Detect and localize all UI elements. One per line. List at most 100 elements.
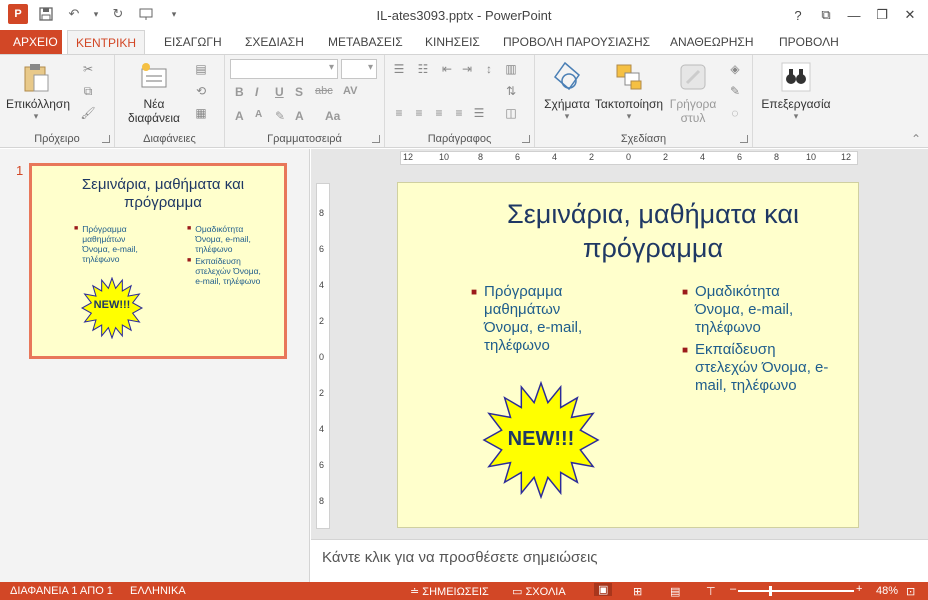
zoom-level[interactable]: 48%: [876, 585, 898, 597]
tab-design[interactable]: ΣΧΕΔΙΑΣΗ: [237, 30, 312, 54]
shape-outline-icon[interactable]: ✎: [727, 83, 743, 99]
ruler-label: 12: [841, 152, 852, 162]
slide-starburst[interactable]: NEW!!!: [480, 380, 602, 500]
tab-transitions[interactable]: ΜΕΤΑΒΑΣΕΙΣ: [320, 30, 411, 54]
slide-sorter-icon[interactable]: ⊞: [633, 585, 642, 598]
paragraph-launcher-icon[interactable]: [522, 135, 530, 143]
minimize-icon[interactable]: —: [840, 4, 868, 26]
bullets-icon[interactable]: ☰: [391, 61, 407, 77]
drawing-launcher-icon[interactable]: [740, 135, 748, 143]
reset-icon[interactable]: ⟲: [193, 83, 209, 99]
shape-effects-icon[interactable]: ◌: [727, 105, 743, 121]
shadow-icon[interactable]: S: [295, 85, 303, 99]
font-color-icon[interactable]: A: [295, 109, 304, 123]
language-indicator[interactable]: ΕΛΛΗΝΙΚΑ: [130, 585, 186, 597]
increase-indent-icon[interactable]: ⇥: [459, 61, 475, 77]
strikethrough-icon[interactable]: abc: [315, 85, 333, 97]
align-left-icon[interactable]: ≡: [391, 105, 407, 121]
font-name-combo[interactable]: [230, 59, 338, 79]
clear-format-icon[interactable]: ✎: [275, 109, 285, 123]
section-icon[interactable]: ▦: [193, 105, 209, 121]
restore-icon[interactable]: ❐: [868, 4, 896, 26]
notes-placeholder: Κάντε κλικ για να προσθέσετε σημειώσεις: [322, 549, 598, 566]
tab-view[interactable]: ΠΡΟΒΟΛΗ: [771, 30, 847, 54]
slide-canvas[interactable]: Σεμινάρια, μαθήματα και πρόγραμμα ■ Πρόγρ…: [397, 182, 859, 528]
align-right-icon[interactable]: ≡: [431, 105, 447, 121]
change-case-icon[interactable]: Aa: [325, 109, 340, 123]
paste-button[interactable]: Επικόλληση ▾: [6, 61, 71, 122]
bold-icon[interactable]: B: [235, 85, 244, 99]
ruler-label: 2: [319, 316, 325, 326]
comments-toggle[interactable]: ▭ ΣΧΟΛΙΑ: [512, 585, 566, 598]
close-icon[interactable]: ✕: [896, 4, 924, 26]
tab-slideshow[interactable]: ΠΡΟΒΟΛΗ ΠΑΡΟΥΣΙΑΣΗΣ: [495, 30, 658, 54]
new-slide-button[interactable]: Νέα διαφάνεια: [119, 61, 189, 125]
zoom-slider-thumb[interactable]: [769, 586, 772, 596]
ruler-label: 10: [806, 152, 817, 162]
collapse-ribbon-icon[interactable]: ⌃: [908, 131, 924, 147]
tab-home[interactable]: ΚΕΝΤΡΙΚΗ: [67, 30, 146, 55]
align-center-icon[interactable]: ≡: [411, 105, 427, 121]
numbering-icon[interactable]: ☷: [415, 61, 431, 77]
notes-toggle[interactable]: ≐ ΣΗΜΕΙΩΣΕΙΣ: [410, 585, 489, 598]
layout-icon[interactable]: ▤: [193, 61, 209, 77]
clipboard-launcher-icon[interactable]: [102, 135, 110, 143]
normal-view-icon[interactable]: ▣: [594, 583, 613, 596]
tab-file[interactable]: ΑΡΧΕΙΟ: [0, 30, 62, 54]
ruler-label: 0: [626, 152, 632, 162]
zoom-in-icon[interactable]: +: [856, 583, 862, 595]
distributed-icon[interactable]: ☰: [471, 105, 487, 121]
ruler-label: 6: [319, 460, 325, 470]
font-group: B I U S abc AV A A ✎ A Aa Γραμματοσειρά: [225, 55, 385, 147]
font-launcher-icon[interactable]: [372, 135, 380, 143]
decrease-indent-icon[interactable]: ⇤: [439, 61, 455, 77]
text-direction-icon[interactable]: ⇅: [503, 83, 519, 99]
line-spacing-icon[interactable]: ↕: [481, 61, 497, 77]
help-icon[interactable]: ?: [784, 4, 812, 26]
slides-label: Διαφάνειες: [143, 133, 196, 145]
shapes-button[interactable]: Σχήματα ▾: [539, 61, 595, 122]
quick-styles-button[interactable]: Γρήγορα στυλ: [665, 61, 721, 125]
editing-button[interactable]: Επεξεργασία ▾: [759, 61, 833, 122]
justify-icon[interactable]: ≡: [451, 105, 467, 121]
increase-font-icon[interactable]: A: [235, 109, 244, 123]
zoom-slider[interactable]: [738, 590, 854, 592]
font-label: Γραμματοσειρά: [267, 133, 342, 145]
tab-animations[interactable]: ΚΙΝΗΣΕΙΣ: [417, 30, 488, 54]
ruler-label: 2: [663, 152, 669, 162]
slide-right-column[interactable]: ■ Ομαδικότητα Όνομα, e-mail, τηλέφωνο ■ Εκ…: [682, 283, 832, 395]
cut-icon[interactable]: ✂: [80, 61, 96, 77]
decrease-font-icon[interactable]: A: [255, 109, 262, 120]
smartart-icon[interactable]: ◫: [503, 105, 519, 121]
char-spacing-icon[interactable]: AV: [343, 85, 357, 97]
paste-label: Επικόλληση: [6, 97, 71, 111]
copy-icon[interactable]: ⧉: [80, 83, 96, 99]
zoom-out-icon[interactable]: –: [730, 583, 736, 595]
fit-to-window-icon[interactable]: ⊡: [906, 585, 915, 598]
ruler-label: 6: [737, 152, 743, 162]
slide-left-column[interactable]: ■ Πρόγραμμα μαθημάτων Όνομα, e-mail, τηλέ…: [471, 283, 611, 355]
reading-view-icon[interactable]: ▤: [670, 585, 680, 598]
quick-styles-label-1: Γρήγορα: [669, 97, 717, 111]
notes-pane[interactable]: Κάντε κλικ για να προσθέσετε σημειώσεις: [311, 539, 928, 582]
ribbon-display-options-icon[interactable]: ⧉: [812, 4, 840, 26]
shape-fill-icon[interactable]: ◈: [727, 61, 743, 77]
slide-starburst-text: NEW!!!: [507, 428, 575, 450]
slide-title[interactable]: Σεμινάρια, μαθήματα και πρόγραμμα: [458, 197, 848, 265]
tab-insert[interactable]: ΕΙΣΑΓΩΓΗ: [156, 30, 230, 54]
font-size-combo[interactable]: [341, 59, 377, 79]
underline-icon[interactable]: U: [275, 85, 284, 99]
arrange-icon: [613, 61, 645, 93]
columns-icon[interactable]: ▥: [503, 61, 519, 77]
slide-thumbnail[interactable]: Σεμινάρια, μαθήματα και πρόγραμμα ■ Πρόγρ…: [29, 163, 287, 359]
slideshow-icon[interactable]: ⊤: [706, 585, 716, 598]
ruler-label: 4: [319, 424, 325, 434]
italic-icon[interactable]: I: [255, 85, 258, 99]
bullet-icon: ■: [471, 287, 478, 298]
tab-review[interactable]: ΑΝΑΘΕΩΡΗΣΗ: [662, 30, 761, 54]
thumbnail-right-column: ■ Ομαδικότητα Όνομα, e-mail, τηλέφωνο ■ Εκ…: [187, 224, 267, 286]
format-painter-icon[interactable]: 🖌: [80, 105, 96, 121]
drawing-label: Σχεδίαση: [620, 133, 667, 145]
window-controls: ? ⧉ — ❐ ✕: [784, 4, 924, 26]
arrange-button[interactable]: Τακτοποίηση ▾: [593, 61, 665, 122]
